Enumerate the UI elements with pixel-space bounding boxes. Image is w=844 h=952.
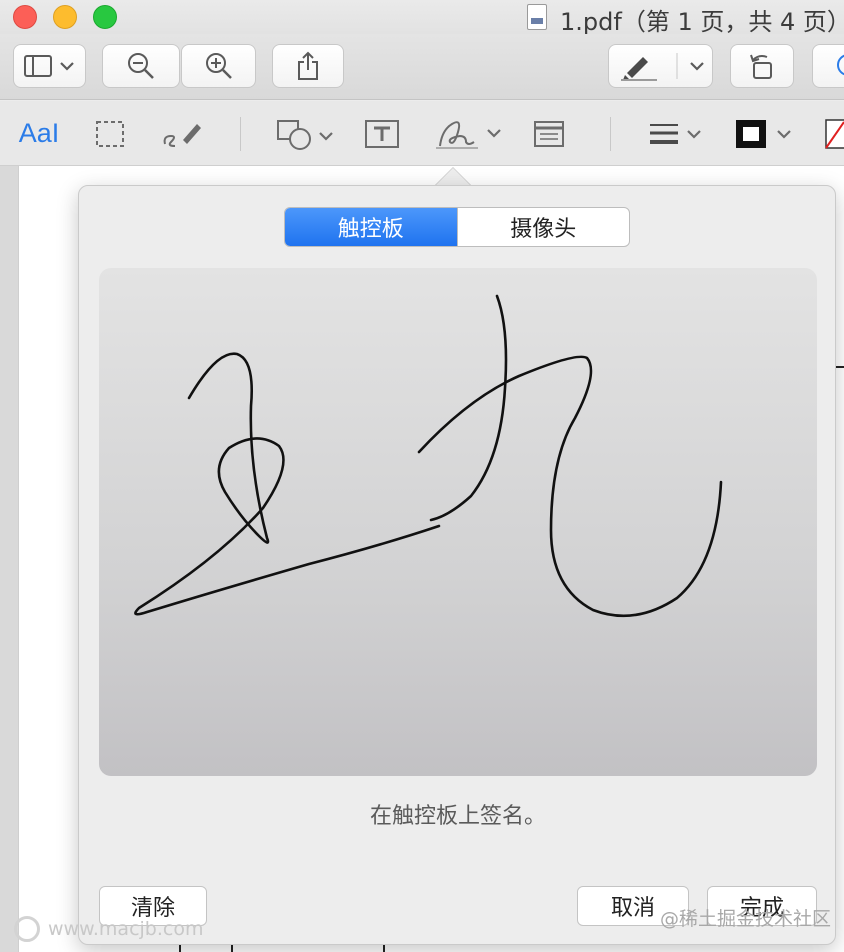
note-icon bbox=[534, 120, 564, 147]
fill-color-icon bbox=[825, 118, 844, 149]
text-style-label: AaI bbox=[18, 118, 60, 148]
highlighter-icon bbox=[620, 53, 704, 81]
sidebar-toggle-button[interactable] bbox=[13, 44, 86, 88]
search-icon bbox=[837, 54, 844, 76]
sidebar-icon bbox=[23, 55, 74, 77]
signature-button[interactable] bbox=[432, 101, 508, 166]
title-bar: 1.pdf（第 1 页，共 4 页） bbox=[0, 0, 844, 36]
rectangular-selection-button[interactable] bbox=[92, 101, 128, 166]
text-box-icon bbox=[365, 119, 399, 148]
watermark-logo-icon bbox=[14, 916, 40, 942]
note-button[interactable] bbox=[532, 101, 566, 166]
highlight-button[interactable] bbox=[608, 44, 713, 88]
sketch-icon bbox=[163, 123, 201, 147]
share-icon bbox=[298, 51, 318, 80]
tab-camera[interactable]: 摄像头 bbox=[456, 208, 630, 246]
input-source-segmented-control: 触控板 摄像头 bbox=[284, 207, 630, 247]
window-title: 1.pdf（第 1 页，共 4 页） bbox=[560, 8, 844, 36]
text-box-button[interactable] bbox=[362, 101, 402, 166]
zoom-out-icon bbox=[128, 53, 154, 79]
line-style-icon bbox=[650, 123, 701, 144]
text-style-button[interactable]: AaI bbox=[14, 101, 64, 166]
border-color-icon bbox=[736, 119, 791, 148]
rectangle-selection-icon bbox=[96, 120, 124, 147]
shapes-icon bbox=[277, 119, 333, 150]
line-style-button[interactable] bbox=[646, 101, 708, 166]
signature-pad[interactable] bbox=[99, 268, 817, 776]
border-color-button[interactable] bbox=[734, 101, 798, 166]
signature-icon bbox=[436, 120, 501, 149]
shapes-button[interactable] bbox=[274, 101, 338, 166]
rotate-icon bbox=[750, 54, 772, 79]
zoom-in-icon bbox=[205, 53, 232, 79]
fill-color-button[interactable] bbox=[822, 101, 844, 166]
signature-hint: 在触控板上签名。 bbox=[369, 804, 546, 829]
watermark-left-text: www.macjb.com bbox=[48, 918, 204, 940]
rotate-button[interactable] bbox=[730, 44, 794, 88]
sketch-button[interactable] bbox=[160, 101, 204, 166]
close-window-button[interactable] bbox=[13, 5, 37, 29]
popover-arrow bbox=[434, 167, 472, 186]
separator bbox=[240, 117, 241, 151]
toolbar bbox=[0, 34, 844, 100]
markup-toolbar: AaI bbox=[0, 101, 844, 166]
minimize-window-button[interactable] bbox=[53, 5, 77, 29]
zoom-out-button[interactable] bbox=[102, 44, 180, 88]
share-button[interactable] bbox=[272, 44, 344, 88]
zoom-in-button[interactable] bbox=[181, 44, 256, 88]
search-button[interactable] bbox=[812, 44, 844, 88]
watermark-right: @稀土掘金技术社区 bbox=[660, 908, 832, 930]
tab-trackpad[interactable]: 触控板 bbox=[285, 208, 457, 246]
signature-popover: 触控板 摄像头 在触控板上签名。 清除 取消 完成 bbox=[78, 185, 836, 945]
zoom-window-button[interactable] bbox=[93, 5, 117, 29]
pdf-document-icon bbox=[527, 4, 547, 30]
signature-drawing bbox=[134, 294, 723, 618]
watermark-left: www.macjb.com bbox=[14, 916, 203, 942]
separator bbox=[610, 117, 611, 151]
